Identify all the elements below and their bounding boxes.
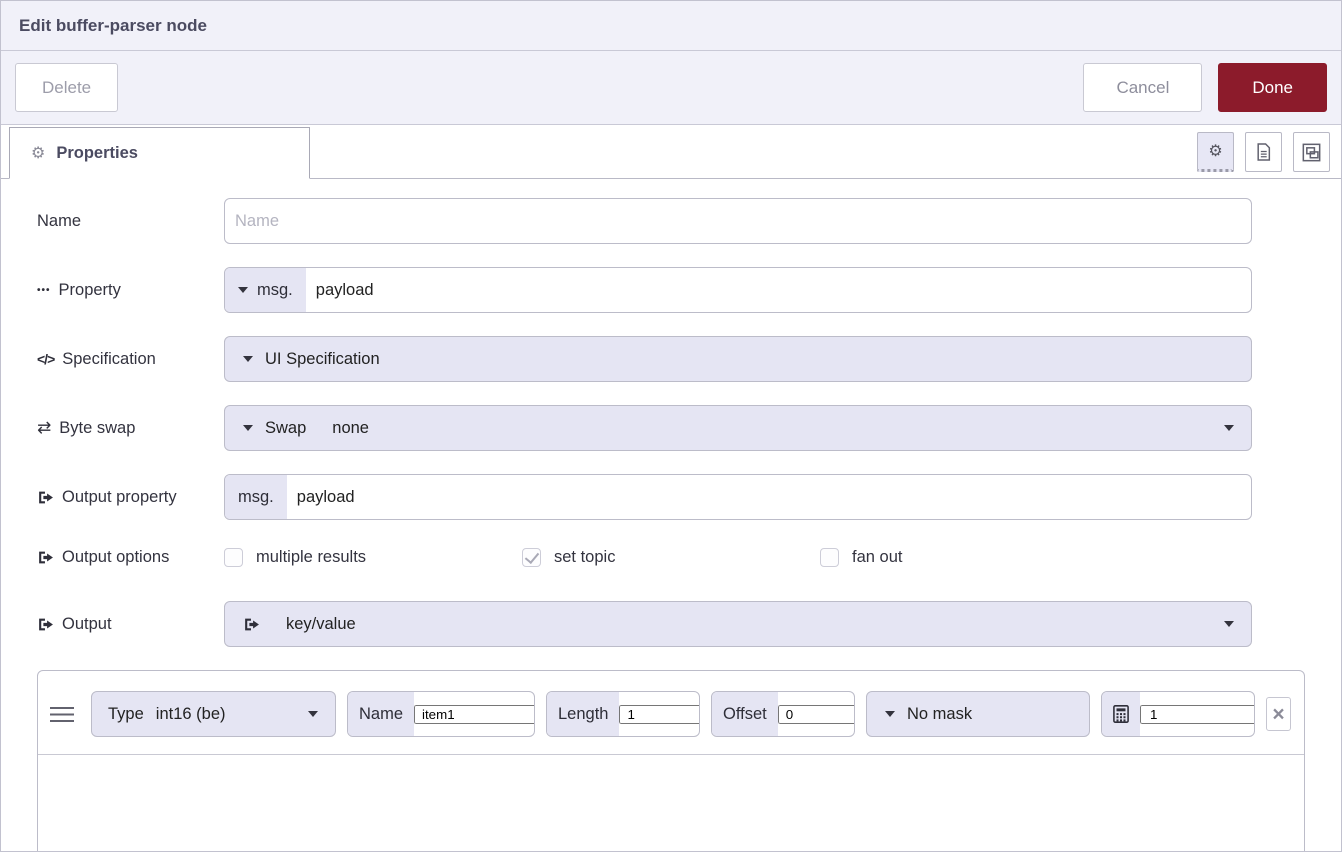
output-value: key/value	[286, 615, 356, 634]
output-label: Output	[37, 615, 224, 634]
cancel-button[interactable]: Cancel	[1083, 63, 1202, 112]
item-offset-prefix: Offset	[712, 692, 778, 736]
item-name-field: Name	[347, 691, 535, 737]
tab-bar: ⚙ Properties ⚙	[1, 125, 1341, 179]
item-length-input[interactable]	[619, 705, 700, 724]
tab-properties[interactable]: ⚙ Properties	[9, 127, 310, 179]
dialog-toolbar: Delete Cancel Done	[1, 51, 1341, 125]
item-name-prefix: Name	[348, 692, 414, 736]
sign-out-icon	[37, 489, 54, 506]
set-topic-checkbox[interactable]	[522, 548, 541, 567]
output-select[interactable]: key/value	[224, 601, 1252, 647]
property-type-select[interactable]: msg.	[225, 268, 306, 312]
item-type-value: int16 (be)	[156, 705, 226, 724]
object-group-icon	[1301, 142, 1322, 163]
done-button[interactable]: Done	[1218, 63, 1327, 112]
form-content: Name ••• Property msg.	[1, 179, 1341, 851]
item-offset-field: Offset	[711, 691, 855, 737]
output-property-type[interactable]: msg.	[225, 475, 287, 519]
caret-down-icon	[243, 356, 253, 362]
option-multiple-results: multiple results	[224, 548, 522, 567]
property-type-label: msg.	[257, 281, 293, 300]
edit-node-dialog: Edit buffer-parser node Delete Cancel Do…	[0, 0, 1342, 852]
name-label: Name	[37, 212, 224, 231]
item-length-prefix: Length	[547, 692, 619, 736]
name-input[interactable]	[225, 199, 1251, 243]
close-icon: ×	[1272, 704, 1284, 725]
row-specification: </> Specification UI Specification	[37, 336, 1305, 382]
set-topic-label: set topic	[554, 548, 615, 567]
row-name: Name	[37, 198, 1305, 244]
calculator-icon	[1102, 692, 1140, 736]
ellipsis-icon: •••	[37, 285, 51, 296]
item-scale-input[interactable]	[1140, 705, 1255, 724]
fan-out-checkbox[interactable]	[820, 548, 839, 567]
specification-select[interactable]: UI Specification	[224, 336, 1252, 382]
output-property-type-label: msg.	[238, 488, 274, 507]
byte-swap-label: ⇄ Byte swap	[37, 418, 224, 438]
properties-tab-button[interactable]: ⚙	[1197, 132, 1234, 172]
multiple-results-checkbox[interactable]	[224, 548, 243, 567]
dialog-title: Edit buffer-parser node	[19, 16, 207, 36]
row-output-property: Output property msg.	[37, 474, 1305, 520]
tab-icon-buttons: ⚙	[1197, 132, 1330, 172]
item-type-select[interactable]: Type int16 (be)	[91, 691, 336, 737]
property-input[interactable]	[306, 268, 1251, 312]
property-label: ••• Property	[37, 281, 224, 300]
item-scale-field	[1101, 691, 1255, 737]
item-type-label: Type	[108, 705, 144, 724]
remove-item-button[interactable]: ×	[1266, 697, 1291, 731]
item-row: Type int16 (be) Name Length	[38, 671, 1304, 755]
specification-label: </> Specification	[37, 350, 224, 369]
output-property-input[interactable]	[287, 475, 1251, 519]
sign-out-icon	[37, 616, 54, 633]
item-mask-value: No mask	[907, 705, 972, 724]
caret-down-icon	[308, 711, 318, 717]
gear-icon: ⚙	[1208, 141, 1222, 161]
fan-out-label: fan out	[852, 548, 902, 567]
byte-swap-prefix: Swap	[265, 419, 306, 438]
sign-out-icon	[243, 616, 260, 633]
dialog-header: Edit buffer-parser node	[1, 1, 1341, 51]
option-set-topic: set topic	[522, 548, 820, 567]
swap-arrows-icon: ⇄	[37, 418, 51, 438]
item-offset-input[interactable]	[778, 705, 855, 724]
document-icon	[1255, 142, 1272, 162]
specification-value: UI Specification	[265, 350, 380, 369]
byte-swap-value: none	[332, 419, 369, 438]
caret-down-icon	[1224, 425, 1234, 431]
item-length-field: Length	[546, 691, 700, 737]
appearance-tab-button[interactable]	[1293, 132, 1330, 172]
caret-down-icon	[238, 287, 248, 293]
sign-out-icon	[37, 549, 54, 566]
row-output: Output key/value	[37, 601, 1305, 647]
tab-properties-label: Properties	[56, 144, 138, 163]
byte-swap-select[interactable]: Swap none	[224, 405, 1252, 451]
output-options-label: Output options	[37, 548, 224, 567]
output-options-group: multiple results set topic fan out	[224, 548, 1305, 567]
row-byte-swap: ⇄ Byte swap Swap none	[37, 405, 1305, 451]
multiple-results-label: multiple results	[256, 548, 366, 567]
item-mask-select[interactable]: No mask	[866, 691, 1090, 737]
gear-icon: ⚙	[31, 143, 45, 163]
option-fan-out: fan out	[820, 548, 1118, 567]
caret-down-icon	[885, 711, 895, 717]
code-icon: </>	[37, 351, 54, 367]
caret-down-icon	[1224, 621, 1234, 627]
delete-button[interactable]: Delete	[15, 63, 118, 112]
description-tab-button[interactable]	[1245, 132, 1282, 172]
output-property-label: Output property	[37, 488, 224, 507]
item-name-input[interactable]	[414, 705, 535, 724]
drag-handle-icon[interactable]	[50, 707, 74, 722]
items-list: Type int16 (be) Name Length	[37, 670, 1305, 851]
caret-down-icon	[243, 425, 253, 431]
row-output-options: Output options multiple results set topi…	[37, 543, 1305, 571]
row-property: ••• Property msg.	[37, 267, 1305, 313]
